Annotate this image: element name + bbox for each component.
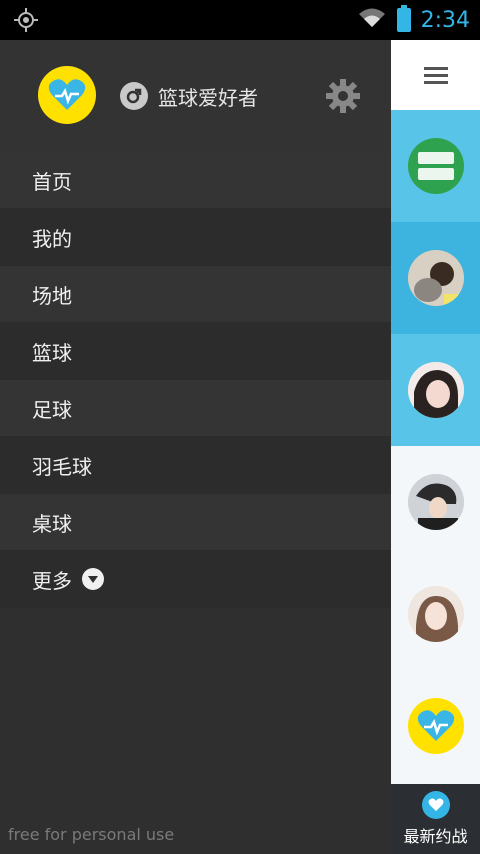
tab-label: 最新约战 [403,827,468,846]
menu-item-basketball[interactable]: 篮球 [0,323,391,380]
menu-item-billiards[interactable]: 桌球 [0,494,391,551]
status-time: 2:34 [420,7,470,33]
drawer-header: 篮球爱好者 [0,40,391,152]
heart-tab-icon [421,791,450,819]
menu-item-mine[interactable]: 我的 [0,209,391,266]
gear-icon[interactable] [325,78,361,114]
menu-item-venue[interactable]: 场地 [0,266,391,323]
list-item[interactable] [391,446,480,558]
heart-logo-icon[interactable] [38,66,96,124]
list-item[interactable] [391,670,480,782]
chevron-down-icon [82,568,104,590]
drawer-menu: 首页 我的 场地 篮球 足球 羽毛球 桌球 更多 [0,152,391,608]
list-item[interactable] [391,558,480,670]
heart-logo-icon [407,698,464,754]
avatar [407,474,464,530]
battery-icon [396,5,411,32]
menu-item-label: 足球 [32,397,72,422]
menu-item-badminton[interactable]: 羽毛球 [0,437,391,494]
avatar [407,586,464,642]
wifi-icon [357,7,387,33]
list-item[interactable] [391,110,480,222]
menu-icon[interactable] [391,40,480,110]
menu-item-football[interactable]: 足球 [0,380,391,437]
avatar [407,362,464,418]
menu-item-label: 我的 [32,226,72,251]
list-item[interactable] [391,222,480,334]
tab-latest[interactable]: 最新约战 [391,784,480,854]
gender-male-icon [120,82,148,110]
logo-tongcheng [407,138,464,194]
menu-item-label: 场地 [32,283,72,308]
navigation-drawer: 篮球爱好者 首页 我的 场地 篮球 足球 羽毛球 桌球 更多 free for … [0,40,391,854]
username: 篮球爱好者 [158,86,258,110]
watermark: free for personal use [8,825,175,844]
menu-item-label: 桌球 [32,511,72,536]
menu-item-label: 羽毛球 [32,454,92,479]
menu-item-label: 篮球 [32,340,72,365]
menu-item-home[interactable]: 首页 [0,152,391,209]
menu-item-label: 首页 [32,169,72,194]
menu-item-more[interactable]: 更多 [0,551,391,608]
list-item[interactable] [391,334,480,446]
menu-item-label: 更多 [32,568,72,593]
status-bar: 2:34 [0,0,480,40]
main-content-peek: 最新约战 [391,40,480,854]
avatar [407,250,464,306]
location-icon [14,8,38,32]
